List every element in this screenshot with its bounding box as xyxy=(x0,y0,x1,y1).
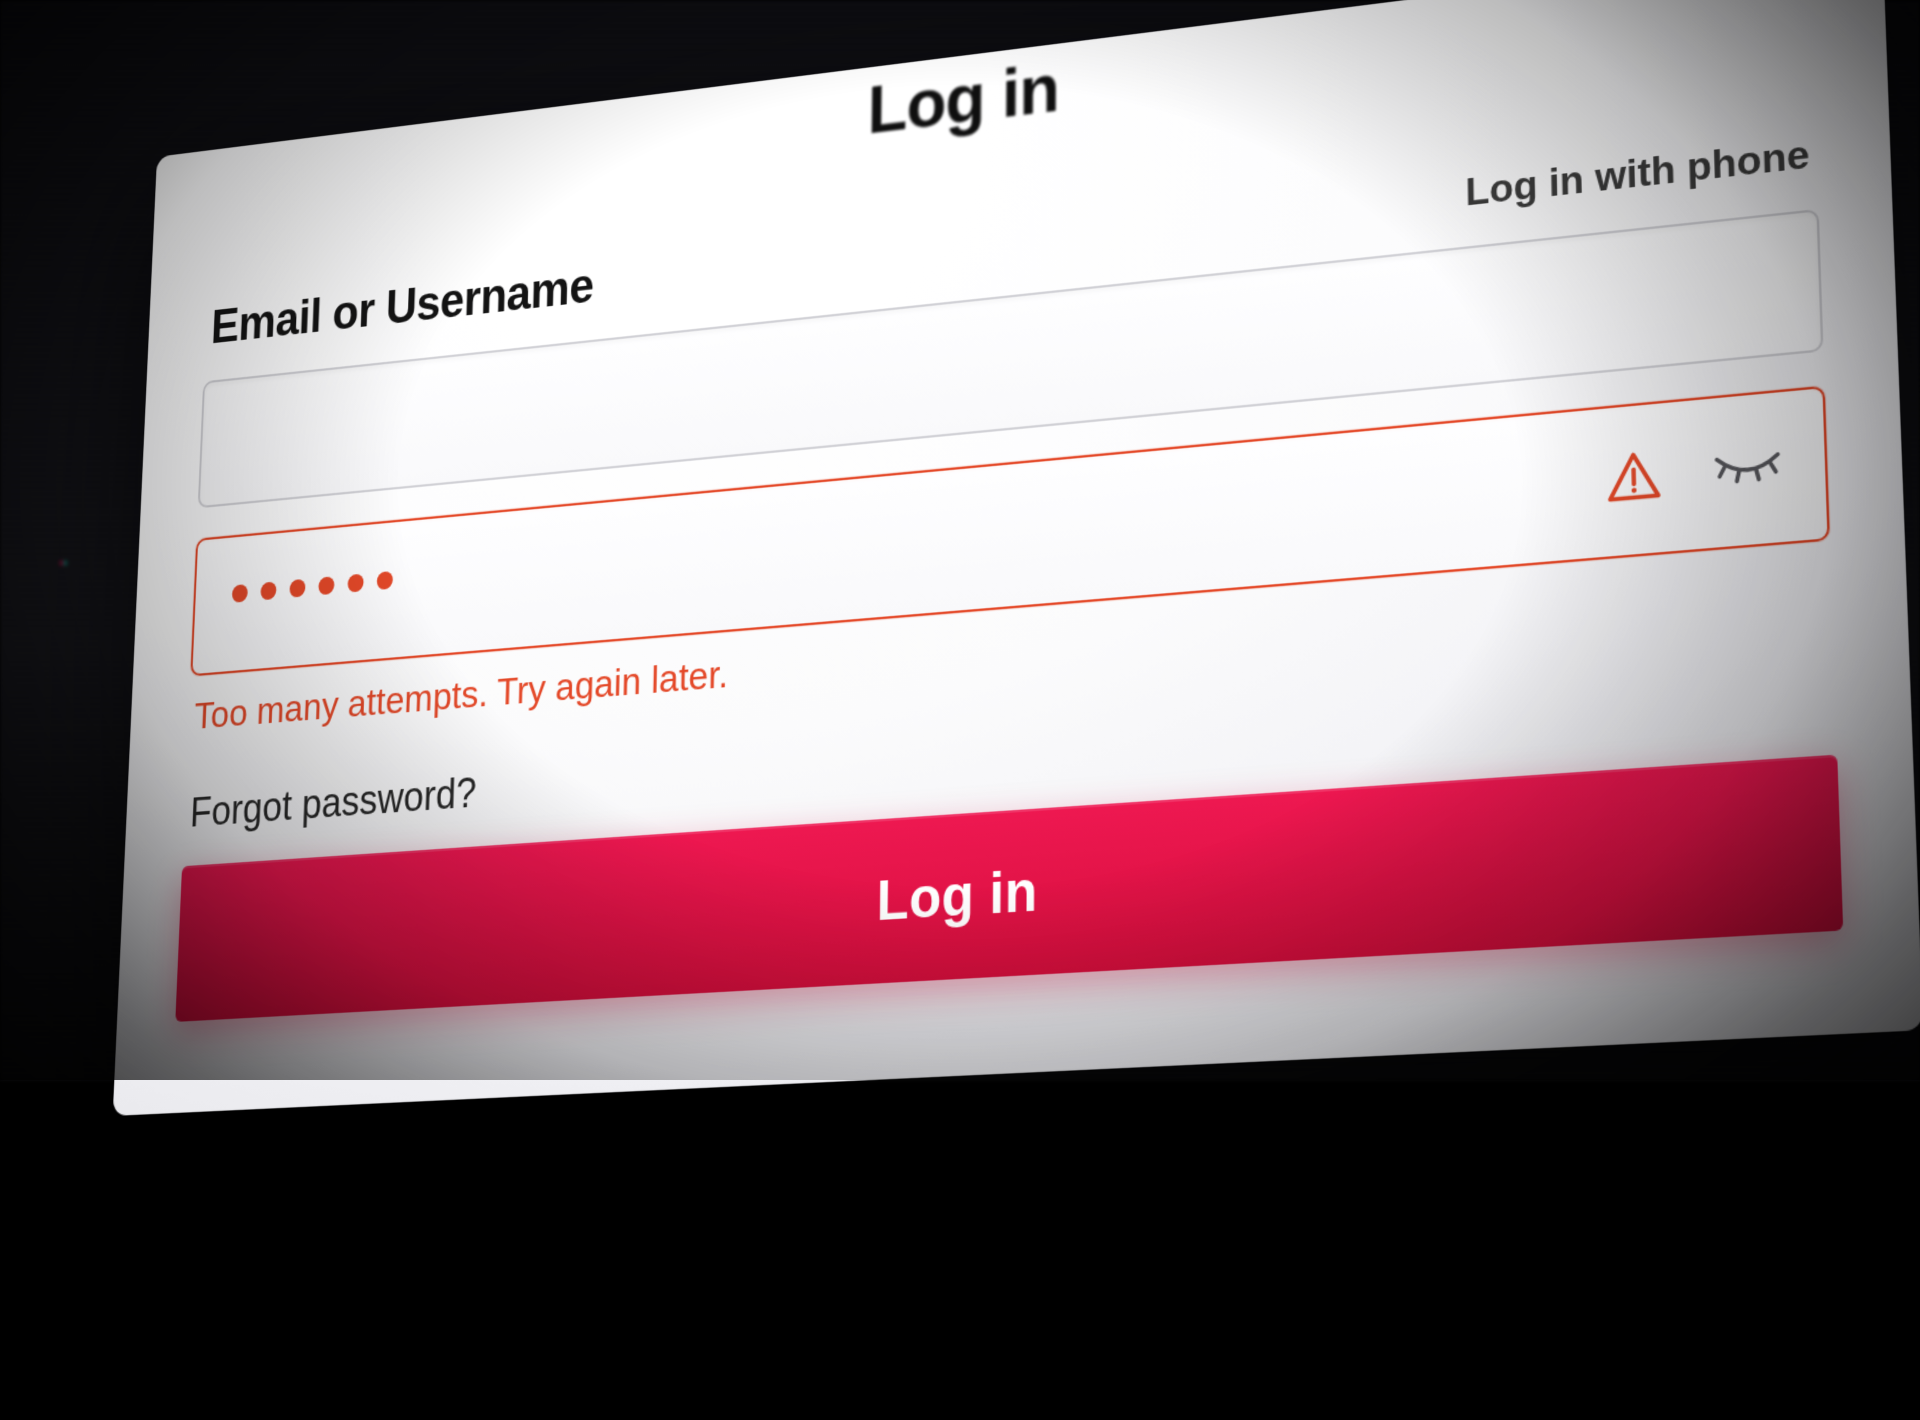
login-scene: Log in Email or Username Log in with pho… xyxy=(960,540,1920,1420)
password-masked-value: •••••• xyxy=(230,578,404,594)
warning-triangle-icon xyxy=(1606,449,1662,505)
login-card: Log in Email or Username Log in with pho… xyxy=(113,0,1920,1116)
login-with-phone-link[interactable]: Log in with phone xyxy=(1465,132,1811,216)
email-username-label: Email or Username xyxy=(210,259,594,355)
forgot-password-link[interactable]: Forgot password? xyxy=(189,769,477,837)
password-input-icons xyxy=(1606,438,1784,505)
eye-closed-icon[interactable] xyxy=(1712,445,1784,488)
